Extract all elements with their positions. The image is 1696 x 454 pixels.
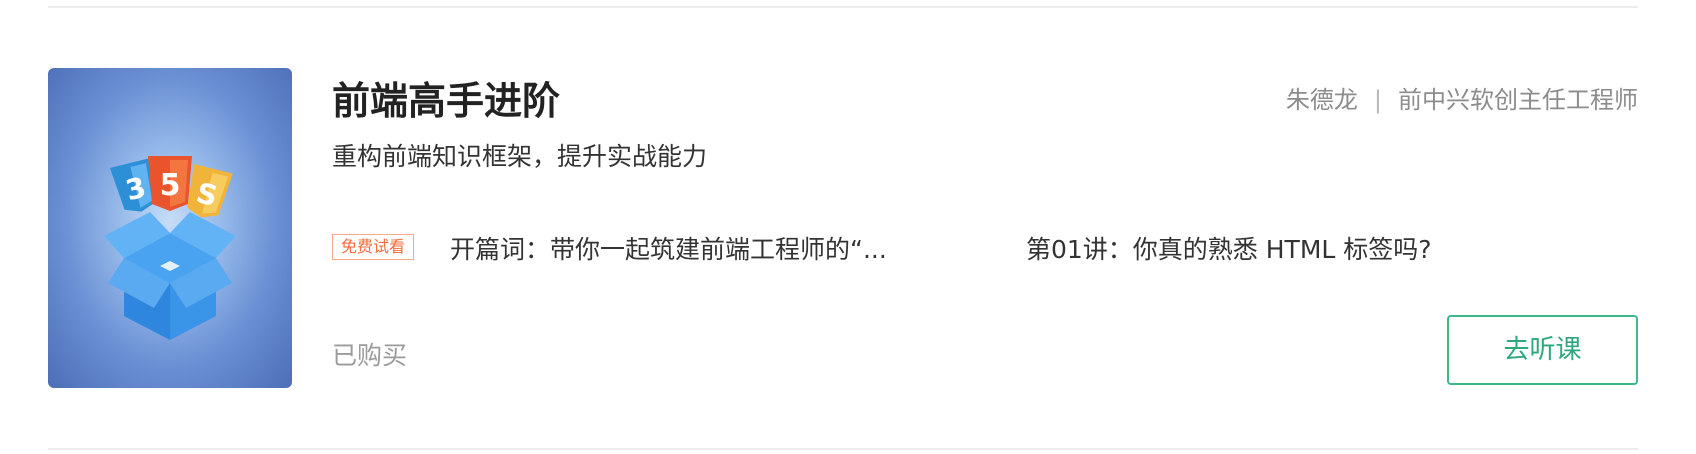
course-cover-image[interactable]: 3 5 S — [48, 68, 292, 388]
lesson-link-01[interactable]: 第01讲：你真的熟悉 HTML 标签吗? — [1026, 230, 1432, 266]
author-title: 前中兴软创主任工程师 — [1398, 86, 1638, 114]
lesson-link-intro[interactable]: 开篇词：带你一起筑建前端工程师的“... — [450, 230, 887, 266]
go-listen-button[interactable]: 去听课 — [1447, 315, 1638, 385]
purchase-status: 已购买 — [332, 341, 408, 370]
box-icon — [104, 212, 236, 340]
html5-shield-icon: 5 — [148, 156, 192, 211]
author-separator: | — [1373, 86, 1382, 114]
course-card: 3 5 S 前端高手进阶 朱德龙 | 前中兴软创主任工程师 重构前端知识框架，提升实… — [0, 0, 1696, 454]
svg-text:5: 5 — [160, 168, 181, 203]
free-trial-badge: 免费试看 — [332, 234, 415, 260]
bottom-divider — [48, 448, 1638, 450]
author-info: 朱德龙 | 前中兴软创主任工程师 — [1286, 80, 1638, 115]
course-title[interactable]: 前端高手进阶 — [332, 70, 560, 125]
top-divider — [48, 6, 1638, 8]
author-name: 朱德龙 — [1285, 86, 1358, 114]
course-subtitle: 重构前端知识框架，提升实战能力 — [332, 142, 708, 171]
